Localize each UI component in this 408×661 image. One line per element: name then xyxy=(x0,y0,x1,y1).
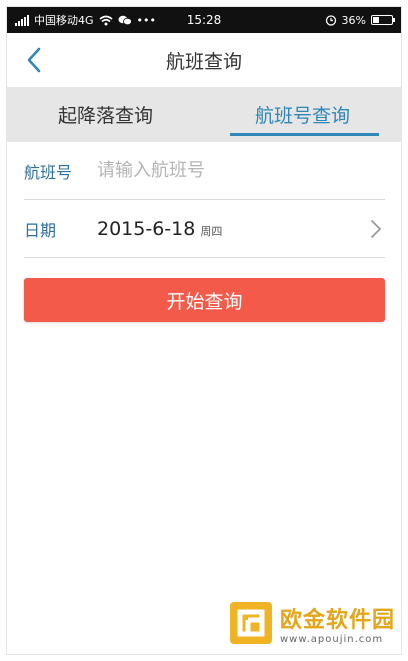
flight-number-row: 航班号 xyxy=(24,142,385,200)
weekday-text: 周四 xyxy=(200,224,223,238)
wechat-icon xyxy=(118,15,132,25)
carrier-text: 中国移动4G xyxy=(34,14,94,27)
tab-arrival-departure[interactable]: 起降落查询 xyxy=(7,87,204,142)
search-form: 航班号 日期 2015-6-18 周四 xyxy=(7,142,401,258)
battery-fill xyxy=(373,17,380,23)
tab-flight-number[interactable]: 航班号查询 xyxy=(204,87,401,142)
watermark-title: 欧金软件园 xyxy=(279,607,395,633)
status-right: 36% xyxy=(325,13,395,27)
battery-icon xyxy=(371,15,395,25)
flight-number-label: 航班号 xyxy=(24,162,73,182)
wifi-icon xyxy=(99,15,113,25)
watermark-logo-icon xyxy=(229,602,272,644)
page-title: 航班查询 xyxy=(165,50,242,73)
battery-text: 36% xyxy=(341,13,366,27)
flight-number-input[interactable] xyxy=(97,160,385,181)
watermark: 欧金软件园 www.apoujin.com xyxy=(228,600,395,646)
back-arrow-icon xyxy=(27,47,41,73)
back-button[interactable] xyxy=(19,45,49,75)
alarm-icon xyxy=(325,15,336,26)
status-left: 中国移动4G ••• xyxy=(15,12,156,28)
more-notifications: ••• xyxy=(136,13,156,27)
header: 航班查询 xyxy=(7,33,401,87)
date-value: 2015-6-18 xyxy=(97,217,196,240)
status-time: 15:28 xyxy=(186,13,222,27)
watermark-text: 欧金软件园 www.apoujin.com xyxy=(280,602,395,645)
date-row[interactable]: 日期 2015-6-18 周四 xyxy=(24,200,385,258)
start-search-button[interactable]: 开始查询 xyxy=(24,278,385,322)
chevron-right-icon xyxy=(371,220,382,238)
watermark-url: www.apoujin.com xyxy=(279,633,384,645)
app-screen: 中国移动4G ••• 36% 15:28 航班查询 起降落查询 航班号查询 航班… xyxy=(6,6,402,655)
status-bar: 中国移动4G ••• 36% 15:28 xyxy=(7,7,401,33)
signal-icon xyxy=(15,14,29,26)
date-label: 日期 xyxy=(24,220,57,240)
tab-bar: 起降落查询 航班号查询 xyxy=(7,87,401,142)
